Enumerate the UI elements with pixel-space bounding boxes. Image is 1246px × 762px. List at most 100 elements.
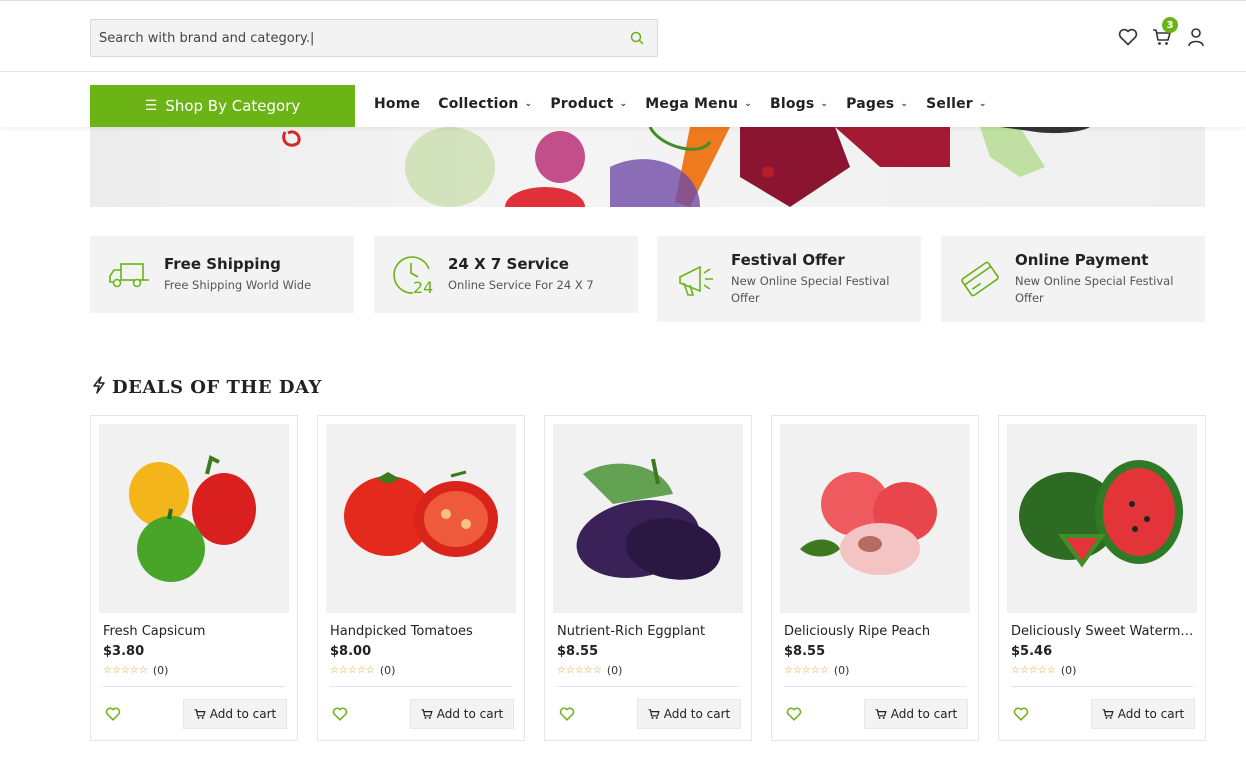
add-to-cart-label: Add to cart <box>209 707 277 721</box>
add-to-cart-button[interactable]: Add to cart <box>637 699 741 729</box>
rating-count: (0) <box>1060 664 1077 677</box>
vegetables-illustration <box>282 127 1090 207</box>
nav-item-label: Home <box>374 96 421 112</box>
chevron-down-icon: ⌄ <box>978 99 987 109</box>
product-card[interactable]: Deliciously Sweet Watermelon $5.46 ☆☆☆☆☆… <box>998 415 1206 741</box>
add-to-wishlist-button[interactable] <box>105 706 121 722</box>
product-price: $5.46 <box>1011 644 1053 659</box>
nav-item-seller[interactable]: Seller ⌄ <box>926 96 987 112</box>
search-input[interactable] <box>91 20 617 56</box>
card-divider <box>1011 686 1193 687</box>
nav-item-collection[interactable]: Collection ⌄ <box>438 96 532 112</box>
feature-24x7-service: 24 24 X 7 Service Online Service For 24 … <box>374 236 638 313</box>
add-to-cart-button[interactable]: Add to cart <box>1091 699 1195 729</box>
credit-card-icon <box>957 256 1003 302</box>
nav-item-label: Blogs <box>769 96 815 112</box>
add-to-wishlist-button[interactable] <box>1013 706 1029 722</box>
nav-item-label: Pages <box>846 96 895 112</box>
add-to-wishlist-button[interactable] <box>332 706 348 722</box>
star-rating-icon: ☆☆☆☆☆ <box>557 665 602 676</box>
rating-count: (0) <box>152 664 169 677</box>
nav-item-label: Collection <box>438 96 519 112</box>
product-card[interactable]: Handpicked Tomatoes $8.00 ☆☆☆☆☆ (0) Add t… <box>317 415 525 741</box>
product-name[interactable]: Fresh Capsicum <box>103 624 289 639</box>
product-name[interactable]: Deliciously Sweet Watermelon <box>1011 624 1197 639</box>
product-price: $8.55 <box>784 644 826 659</box>
add-to-cart-label: Add to cart <box>663 707 731 721</box>
nav-item-pages[interactable]: Pages ⌄ <box>846 96 908 112</box>
main-menu: Home Collection ⌄ Product ⌄ Mega Menu ⌄ Blo… <box>374 96 1005 112</box>
heart-icon <box>786 707 802 721</box>
rating-count: (0) <box>833 664 850 677</box>
product-name[interactable]: Deliciously Ripe Peach <box>784 624 970 639</box>
nav-item-product[interactable]: Product ⌄ <box>550 96 627 112</box>
account-button[interactable] <box>1184 25 1208 49</box>
feature-title: Online Payment <box>1015 251 1149 269</box>
add-to-cart-button[interactable]: Add to cart <box>410 699 514 729</box>
search-bar <box>90 19 658 57</box>
product-image-eggplant[interactable] <box>553 424 743 613</box>
search-icon <box>630 31 644 45</box>
user-icon <box>1188 28 1204 47</box>
add-to-cart-button[interactable]: Add to cart <box>183 699 287 729</box>
wishlist-button[interactable] <box>1116 25 1140 49</box>
nav-item-label: Product <box>550 96 614 112</box>
star-rating-icon: ☆☆☆☆☆ <box>784 665 829 676</box>
product-name[interactable]: Nutrient-Rich Eggplant <box>557 624 743 639</box>
add-to-cart-label: Add to cart <box>1117 707 1185 721</box>
product-name[interactable]: Handpicked Tomatoes <box>330 624 516 639</box>
product-card[interactable]: Deliciously Ripe Peach $8.55 ☆☆☆☆☆ (0) Ad… <box>771 415 979 741</box>
feature-title: Free Shipping <box>164 255 281 273</box>
product-price: $8.55 <box>557 644 599 659</box>
rating-stars: ☆☆☆☆☆ (0) <box>330 664 395 677</box>
product-image-peach[interactable] <box>780 424 970 613</box>
nav-item-home[interactable]: Home <box>374 96 420 112</box>
product-card[interactable]: Nutrient-Rich Eggplant $8.55 ☆☆☆☆☆ (0) Ad… <box>544 415 752 741</box>
card-divider <box>330 686 512 687</box>
add-to-cart-label: Add to cart <box>890 707 958 721</box>
heart-icon <box>1013 707 1029 721</box>
product-card[interactable]: Fresh Capsicum $3.80 ☆☆☆☆☆ (0) Add to car… <box>90 415 298 741</box>
feature-title: 24 X 7 Service <box>448 255 569 273</box>
chevron-down-icon: ⌄ <box>744 99 752 109</box>
feature-free-shipping: Free Shipping Free Shipping World Wide <box>90 236 354 313</box>
product-image-watermelon[interactable] <box>1007 424 1197 613</box>
nav-item-mega-menu[interactable]: Mega Menu ⌄ <box>645 96 752 112</box>
heart-icon <box>559 707 575 721</box>
product-image-capsicum[interactable] <box>99 424 289 613</box>
heart-icon <box>332 707 348 721</box>
add-to-wishlist-button[interactable] <box>786 706 802 722</box>
add-to-cart-label: Add to cart <box>436 707 504 721</box>
chevron-down-icon: ⌄ <box>524 99 533 109</box>
product-image-tomatoes[interactable] <box>326 424 516 613</box>
cart-count-badge: 3 <box>1162 17 1178 33</box>
card-divider <box>784 686 966 687</box>
chevron-down-icon: ⌄ <box>900 99 909 109</box>
feature-title: Festival Offer <box>731 251 845 269</box>
nav-item-label: Mega Menu <box>645 96 739 112</box>
product-price: $3.80 <box>103 644 145 659</box>
rating-count: (0) <box>606 664 623 677</box>
main-navbar: ☰ Shop By Category Home Collection ⌄ Prod… <box>0 72 1246 127</box>
shop-by-category-label: Shop By Category <box>165 97 301 115</box>
add-to-wishlist-button[interactable] <box>559 706 575 722</box>
shop-by-category-button[interactable]: ☰ Shop By Category <box>90 85 355 127</box>
feature-subtitle: Online Service For 24 X 7 <box>448 278 594 292</box>
lightning-icon <box>92 376 106 398</box>
truck-icon <box>106 252 152 298</box>
add-to-cart-button[interactable]: Add to cart <box>864 699 968 729</box>
chevron-down-icon: ⌄ <box>820 99 829 109</box>
search-button[interactable] <box>617 20 657 56</box>
nav-item-blogs[interactable]: Blogs ⌄ <box>770 96 828 112</box>
product-price: $8.00 <box>330 644 372 659</box>
deals-section-title: DEALS OF THE DAY <box>92 376 322 398</box>
rating-stars: ☆☆☆☆☆ (0) <box>1011 664 1076 677</box>
cart-icon <box>194 709 206 719</box>
chevron-down-icon: ⌄ <box>619 99 628 109</box>
star-rating-icon: ☆☆☆☆☆ <box>1011 665 1056 676</box>
rating-count: (0) <box>379 664 396 677</box>
star-rating-icon: ☆☆☆☆☆ <box>330 665 375 676</box>
feature-subtitle: New Online Special Festival Offer <box>1015 274 1174 305</box>
rating-stars: ☆☆☆☆☆ (0) <box>103 664 168 677</box>
deals-title-text: DEALS OF THE DAY <box>112 376 322 398</box>
